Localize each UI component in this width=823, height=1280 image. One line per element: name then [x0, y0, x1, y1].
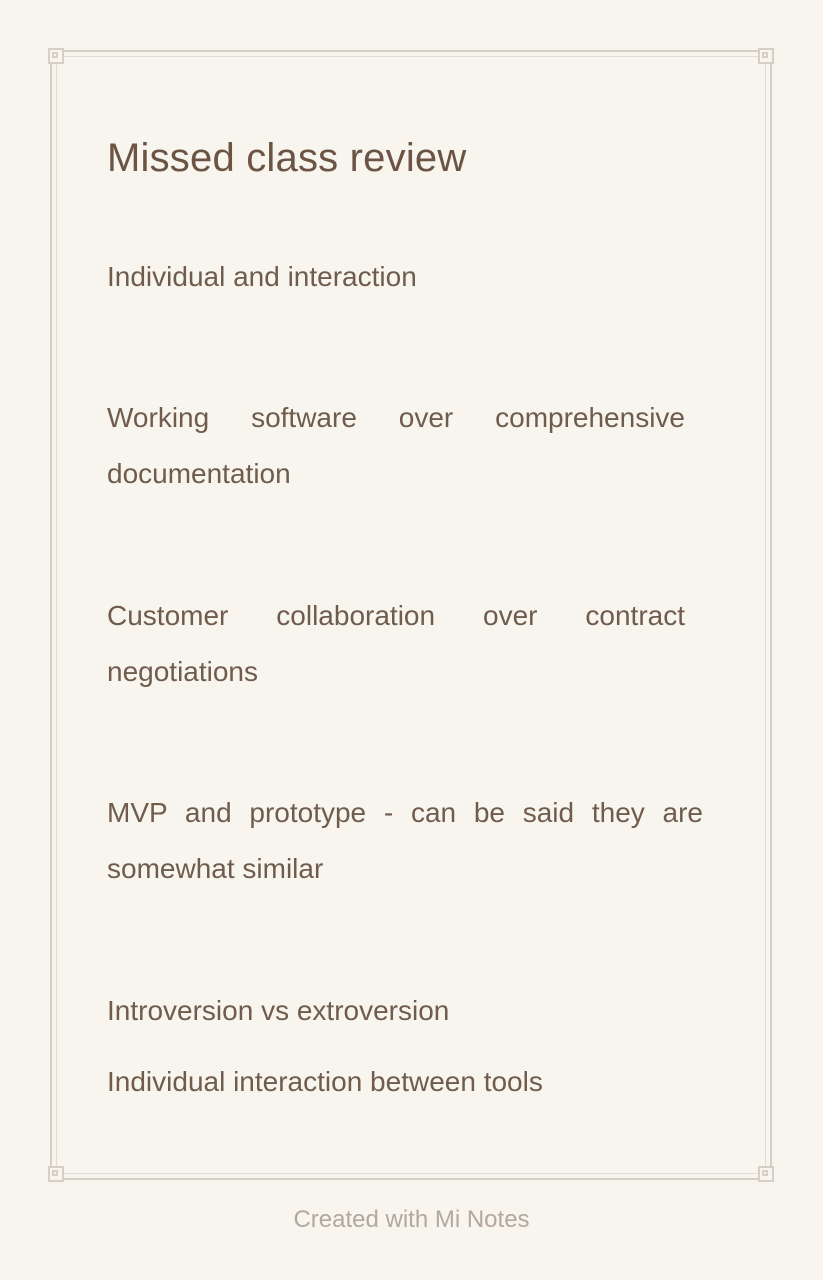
note-title: Missed class review — [107, 136, 467, 180]
note-paragraph: Individual and interaction — [107, 261, 417, 292]
note-paragraph: Customer collaboration over contract neg… — [107, 600, 685, 687]
corner-ornament-icon — [758, 48, 774, 64]
app-credit: Created with Mi Notes — [293, 1206, 530, 1233]
note-paragraph: Working software over comprehensive docu… — [107, 402, 685, 489]
note-paragraph: Introversion vs extroversion — [107, 995, 450, 1026]
corner-ornament-icon — [758, 1166, 774, 1182]
corner-ornament-icon — [48, 48, 64, 64]
corner-ornament-icon — [48, 1166, 64, 1182]
note-paragraph: Individual interaction between tools — [107, 1066, 543, 1097]
note-paragraph: MVP and prototype - can be said they are… — [107, 797, 703, 884]
